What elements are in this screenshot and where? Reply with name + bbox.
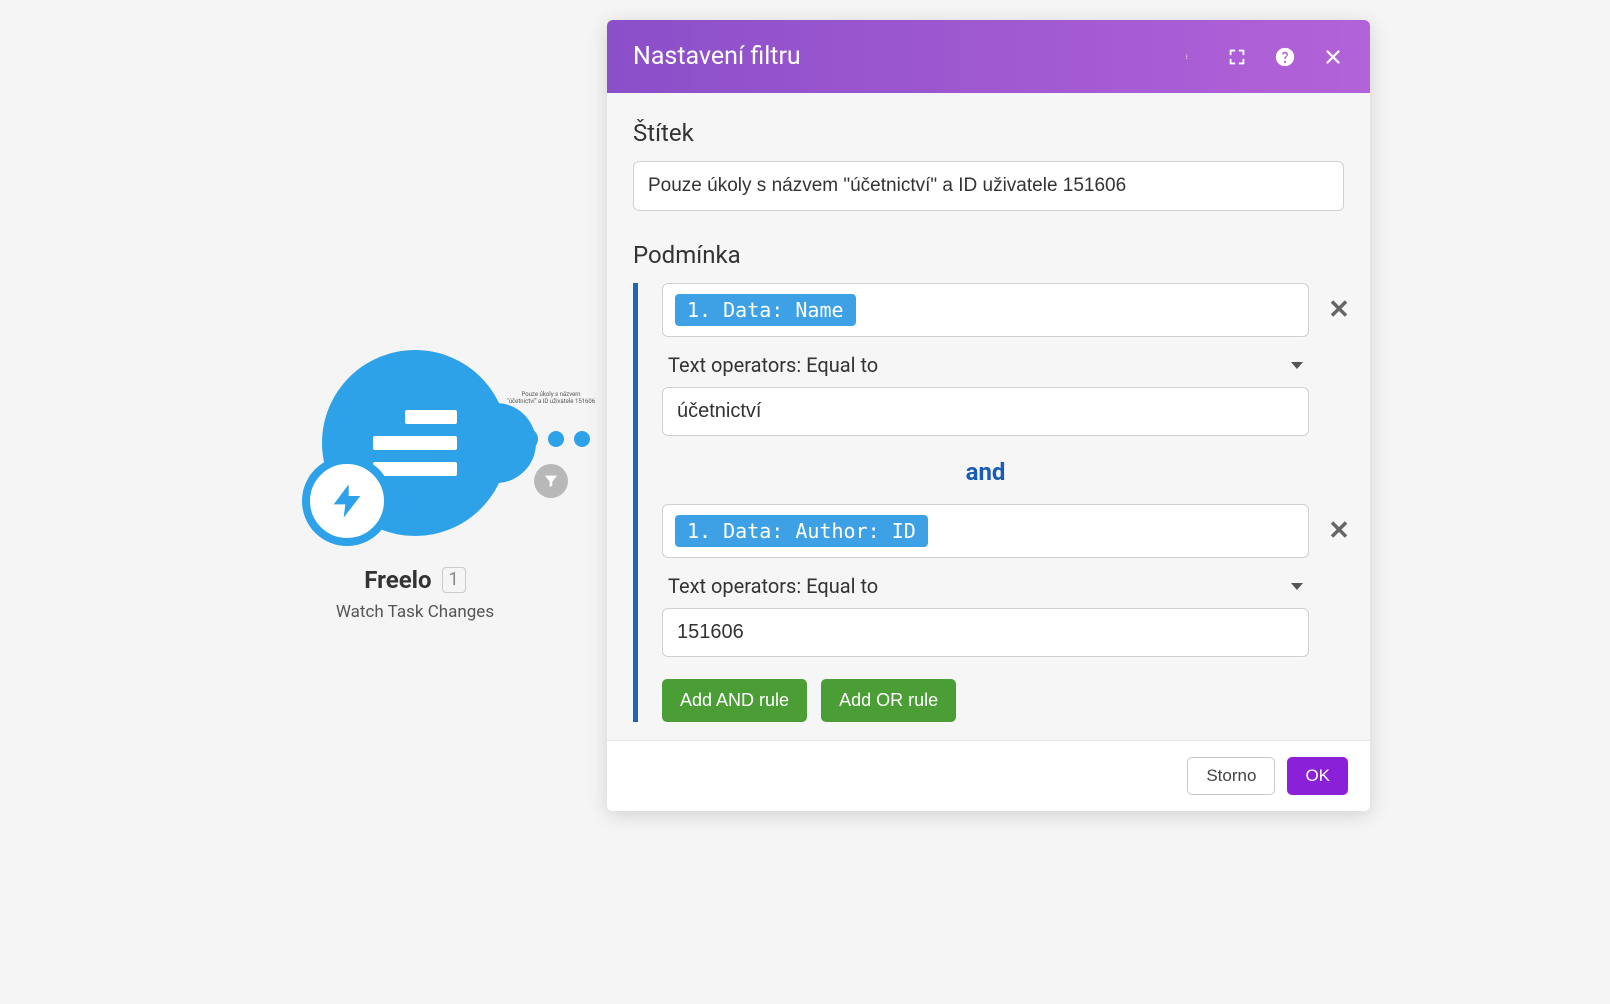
- module-subtitle: Watch Task Changes: [285, 602, 545, 622]
- scenario-canvas: Freelo 1 Watch Task Changes Pouze úkoly …: [0, 0, 700, 1004]
- operator-label: Text operators: Equal to: [668, 353, 878, 377]
- operator-select[interactable]: Text operators: Equal to: [662, 572, 1309, 608]
- remove-condition-icon[interactable]: ✕: [1324, 295, 1354, 325]
- condition-row: 1. Data: Author: ID ✕: [662, 504, 1344, 558]
- condition-section-heading: Podmínka: [633, 241, 1344, 269]
- field-pill: 1. Data: Author: ID: [675, 515, 928, 547]
- filter-settings-modal: Nastavení filtru Štítek Podmínka: [607, 20, 1370, 811]
- modal-title: Nastavení filtru: [633, 42, 801, 71]
- condition-value-input[interactable]: [662, 387, 1309, 436]
- module-step-badge: 1: [442, 567, 466, 593]
- connector-caption: Pouze úkoly s názvem "účetnictví" a ID u…: [506, 392, 596, 405]
- condition-value-input[interactable]: [662, 608, 1309, 657]
- filter-label-input[interactable]: [633, 161, 1344, 211]
- help-icon[interactable]: [1274, 46, 1296, 68]
- modal-footer: Storno OK: [607, 740, 1370, 811]
- chevron-down-icon: [1291, 362, 1303, 369]
- more-menu-icon[interactable]: [1178, 46, 1200, 68]
- remove-condition-icon[interactable]: ✕: [1324, 516, 1354, 546]
- operator-label: Text operators: Equal to: [668, 574, 878, 598]
- operator-select[interactable]: Text operators: Equal to: [662, 351, 1309, 387]
- close-icon[interactable]: [1322, 46, 1344, 68]
- module-icon: [322, 350, 508, 536]
- ok-button[interactable]: OK: [1287, 757, 1348, 795]
- add-or-rule-button[interactable]: Add OR rule: [821, 679, 956, 722]
- connector-dots: [516, 431, 590, 450]
- field-pill: 1. Data: Name: [675, 294, 856, 326]
- filter-funnel-icon[interactable]: [534, 464, 568, 498]
- module-node[interactable]: Freelo 1 Watch Task Changes: [285, 350, 545, 622]
- modal-header: Nastavení filtru: [607, 20, 1370, 93]
- chevron-down-icon: [1291, 583, 1303, 590]
- expand-icon[interactable]: [1226, 46, 1248, 68]
- condition-group: 1. Data: Name ✕ Text operators: Equal to…: [633, 283, 1344, 722]
- and-separator: and: [662, 458, 1309, 486]
- label-section-heading: Štítek: [633, 119, 1344, 147]
- add-and-rule-button[interactable]: Add AND rule: [662, 679, 807, 722]
- condition-field-input[interactable]: 1. Data: Author: ID: [662, 504, 1309, 558]
- cancel-button[interactable]: Storno: [1187, 757, 1275, 795]
- module-title: Freelo: [364, 566, 431, 594]
- condition-row: 1. Data: Name ✕: [662, 283, 1344, 337]
- trigger-bolt-icon: [302, 456, 392, 546]
- condition-field-input[interactable]: 1. Data: Name: [662, 283, 1309, 337]
